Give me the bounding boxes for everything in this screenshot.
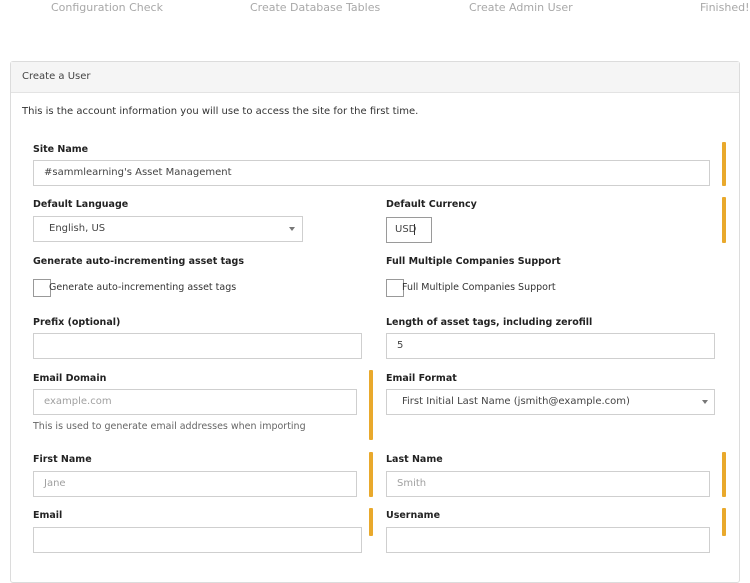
last-name-input[interactable]: Smith (386, 471, 710, 497)
email-format-select[interactable]: First Initial Last Name (jsmith@example.… (386, 389, 715, 415)
panel-intro: This is the account information you will… (22, 106, 419, 117)
email-label: Email (33, 510, 63, 521)
username-input[interactable] (386, 527, 710, 553)
text-cursor (414, 223, 416, 235)
required-indicator (722, 452, 726, 497)
first-name-input[interactable]: Jane (33, 471, 357, 497)
tag-length-label: Length of asset tags, including zerofill (386, 317, 593, 328)
auto-increment-checkbox-label[interactable]: Generate auto-incrementing asset tags (49, 282, 236, 293)
prefix-input[interactable] (33, 333, 362, 359)
setup-steps: Configuration Check Create Database Tabl… (0, 0, 750, 20)
chevron-down-icon (289, 227, 295, 231)
required-indicator (722, 508, 726, 536)
required-indicator (369, 452, 373, 497)
required-indicator (369, 370, 373, 440)
default-language-label: Default Language (33, 199, 129, 210)
default-currency-label: Default Currency (386, 199, 477, 210)
required-indicator (722, 197, 726, 243)
auto-increment-label: Generate auto-incrementing asset tags (33, 256, 244, 267)
username-label: Username (386, 510, 441, 521)
email-input[interactable] (33, 527, 362, 553)
last-name-label: Last Name (386, 454, 443, 465)
email-format-label: Email Format (386, 373, 457, 384)
site-name-label: Site Name (33, 144, 89, 155)
step-create-database-tables: Create Database Tables (250, 1, 381, 14)
prefix-label: Prefix (optional) (33, 317, 121, 328)
site-name-input[interactable]: #sammlearning's Asset Management (33, 160, 710, 186)
required-indicator (722, 142, 726, 186)
first-name-label: First Name (33, 454, 92, 465)
required-indicator (369, 508, 373, 536)
email-domain-label: Email Domain (33, 373, 107, 384)
default-language-select[interactable]: English, US (33, 216, 303, 242)
multi-company-label: Full Multiple Companies Support (386, 256, 561, 267)
email-domain-input[interactable]: example.com (33, 389, 357, 415)
email-domain-help: This is used to generate email addresses… (33, 421, 306, 432)
multi-company-checkbox-label[interactable]: Full Multiple Companies Support (402, 282, 556, 293)
panel-title: Create a User (11, 62, 739, 93)
email-format-value: First Initial Last Name (jsmith@example.… (402, 396, 630, 407)
tag-length-input[interactable]: 5 (386, 333, 715, 359)
chevron-down-icon (702, 400, 708, 404)
default-language-value: English, US (49, 223, 106, 234)
step-create-admin-user: Create Admin User (469, 1, 573, 14)
step-configuration-check: Configuration Check (51, 1, 163, 14)
step-finished: Finished! (700, 1, 750, 14)
default-currency-value: USD (395, 224, 417, 235)
default-currency-input[interactable]: USD (386, 217, 432, 243)
